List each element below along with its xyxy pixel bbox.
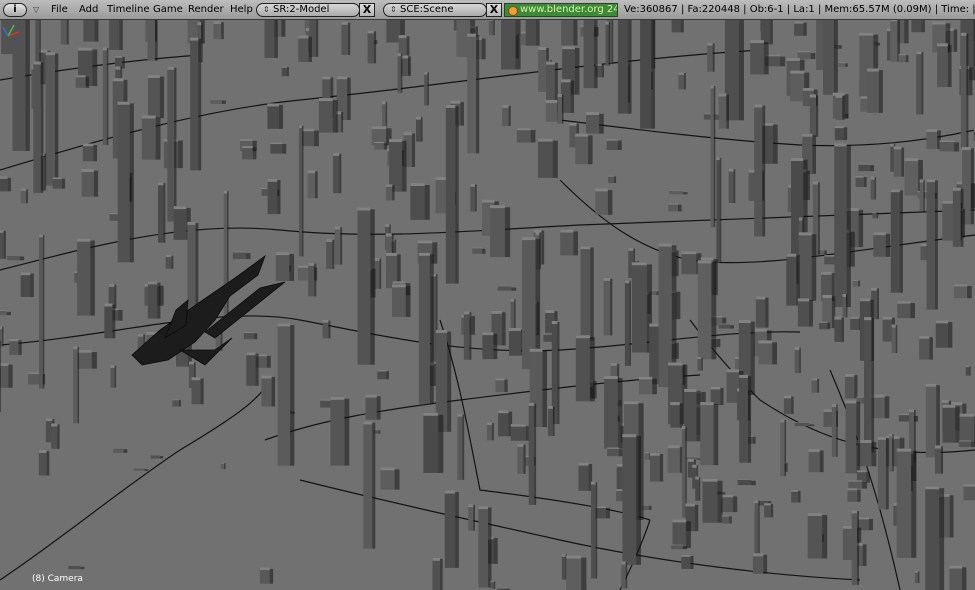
scene-delete-button[interactable]: X (486, 3, 502, 17)
blender-logo-icon (508, 6, 518, 16)
city-scene-render[interactable] (0, 20, 975, 590)
blender-window: i ▽ File Add Timeline Game Render Help ⇕… (0, 0, 975, 590)
menu-help[interactable]: Help (230, 0, 253, 20)
scene-name[interactable]: SCE:Scene (400, 4, 454, 16)
menu-render[interactable]: Render (188, 0, 224, 20)
scene-statistics: Ve:360867 | Fa:220448 | Ob:6-1 | La:1 | … (624, 4, 975, 15)
header-collapse-icon[interactable]: ▽ (33, 0, 39, 20)
scene-browse-icon[interactable]: ⇕ (390, 4, 397, 16)
menu-timeline[interactable]: Timeline (107, 0, 150, 20)
screen-selector[interactable]: ⇕ SR:2-Model (256, 3, 360, 17)
screen-browse-icon[interactable]: ⇕ (263, 4, 270, 16)
menu-file[interactable]: File (51, 0, 68, 20)
active-camera-label: (8) Camera (32, 574, 83, 584)
3d-viewport[interactable]: (8) Camera (0, 20, 975, 590)
screen-name[interactable]: SR:2-Model (273, 4, 329, 16)
menu-game[interactable]: Game (153, 0, 183, 20)
blender-version-badge[interactable]: www.blender.org 249.2 (504, 3, 618, 17)
menu-add[interactable]: Add (79, 0, 98, 20)
top-header-bar: i ▽ File Add Timeline Game Render Help ⇕… (0, 0, 975, 20)
info-window-icon[interactable]: i (3, 3, 27, 17)
view-axes-icon (2, 24, 20, 37)
version-text: www.blender.org 249.2 (520, 4, 617, 15)
screen-delete-button[interactable]: X (359, 3, 375, 17)
scene-selector[interactable]: ⇕ SCE:Scene (383, 3, 487, 17)
